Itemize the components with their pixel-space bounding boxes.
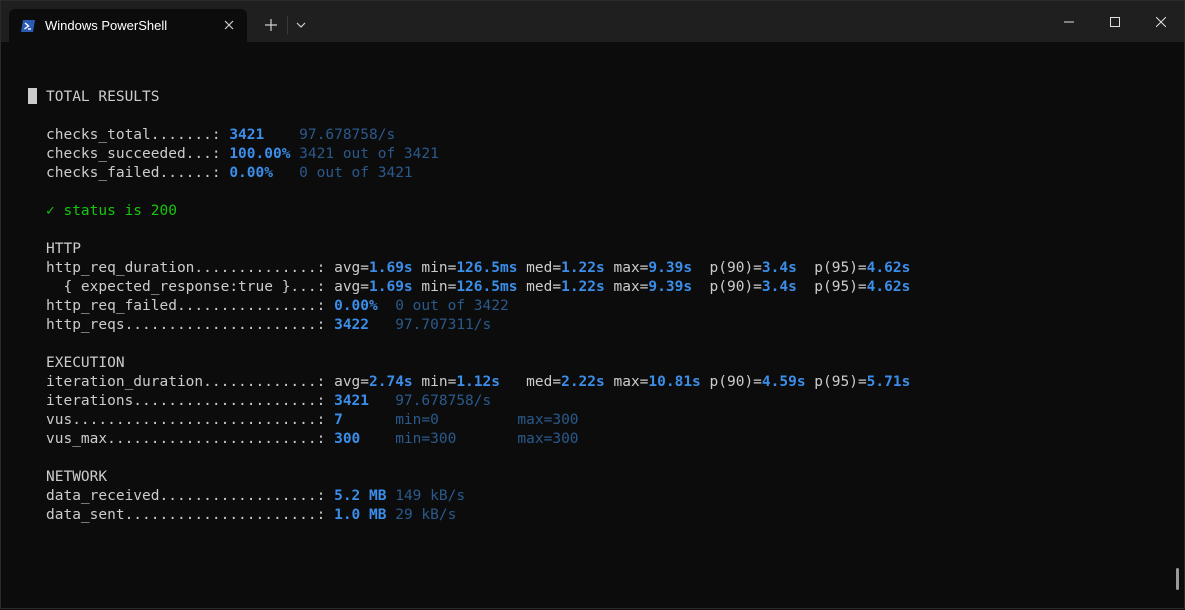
total-results-heading: TOTAL RESULTS: [28, 88, 160, 107]
tab-title: Windows PowerShell: [45, 18, 168, 33]
checks-succeeded-row: checks_succeeded...: 100.00% 3421 out of…: [46, 146, 439, 162]
cursor-block: [28, 88, 37, 104]
close-icon[interactable]: [221, 17, 237, 33]
expected-response-row: { expected_response:true }...: avg=1.69s…: [46, 279, 911, 295]
checks-total-row: checks_total.......: 3421 97.678758/s: [46, 127, 396, 143]
terminal-window: Windows PowerShell TOTAL RESULTS checks_…: [0, 0, 1185, 609]
http-req-failed-row: http_req_failed................: 0.00% 0…: [46, 298, 509, 314]
title-bar: Windows PowerShell: [1, 1, 1184, 42]
chevron-down-icon[interactable]: [291, 13, 311, 37]
plus-icon[interactable]: [259, 13, 283, 37]
tab-powershell[interactable]: Windows PowerShell: [9, 9, 247, 42]
data-received-row: data_received..................: 5.2 MB …: [46, 488, 466, 504]
status-check: ✓ status is 200: [46, 203, 177, 219]
vus-max-row: vus_max........................: 300 min…: [46, 431, 579, 447]
minimize-icon[interactable]: [1046, 1, 1092, 42]
vus-row: vus............................: 7 min=0…: [46, 412, 579, 428]
tab-separator: [287, 16, 288, 34]
maximize-icon[interactable]: [1092, 1, 1138, 42]
data-sent-row: data_sent......................: 1.0 MB …: [46, 507, 457, 523]
close-window-icon[interactable]: [1138, 1, 1184, 42]
scrollbar-thumb[interactable]: [1176, 568, 1179, 590]
iteration-duration-row: iteration_duration.............: avg=2.7…: [46, 374, 911, 390]
http-heading: HTTP: [46, 241, 81, 257]
checks-failed-row: checks_failed......: 0.00% 0 out of 3421: [46, 165, 413, 181]
http-reqs-row: http_reqs......................: 3422 97…: [46, 317, 492, 333]
terminal-output[interactable]: TOTAL RESULTS checks_total.......: 3421 …: [1, 42, 1184, 610]
execution-heading: EXECUTION: [46, 355, 125, 371]
network-heading: NETWORK: [46, 469, 108, 485]
powershell-icon: [20, 18, 36, 34]
iterations-row: iterations.....................: 3421 97…: [46, 393, 492, 409]
http-req-duration-row: http_req_duration..............: avg=1.6…: [46, 260, 911, 276]
